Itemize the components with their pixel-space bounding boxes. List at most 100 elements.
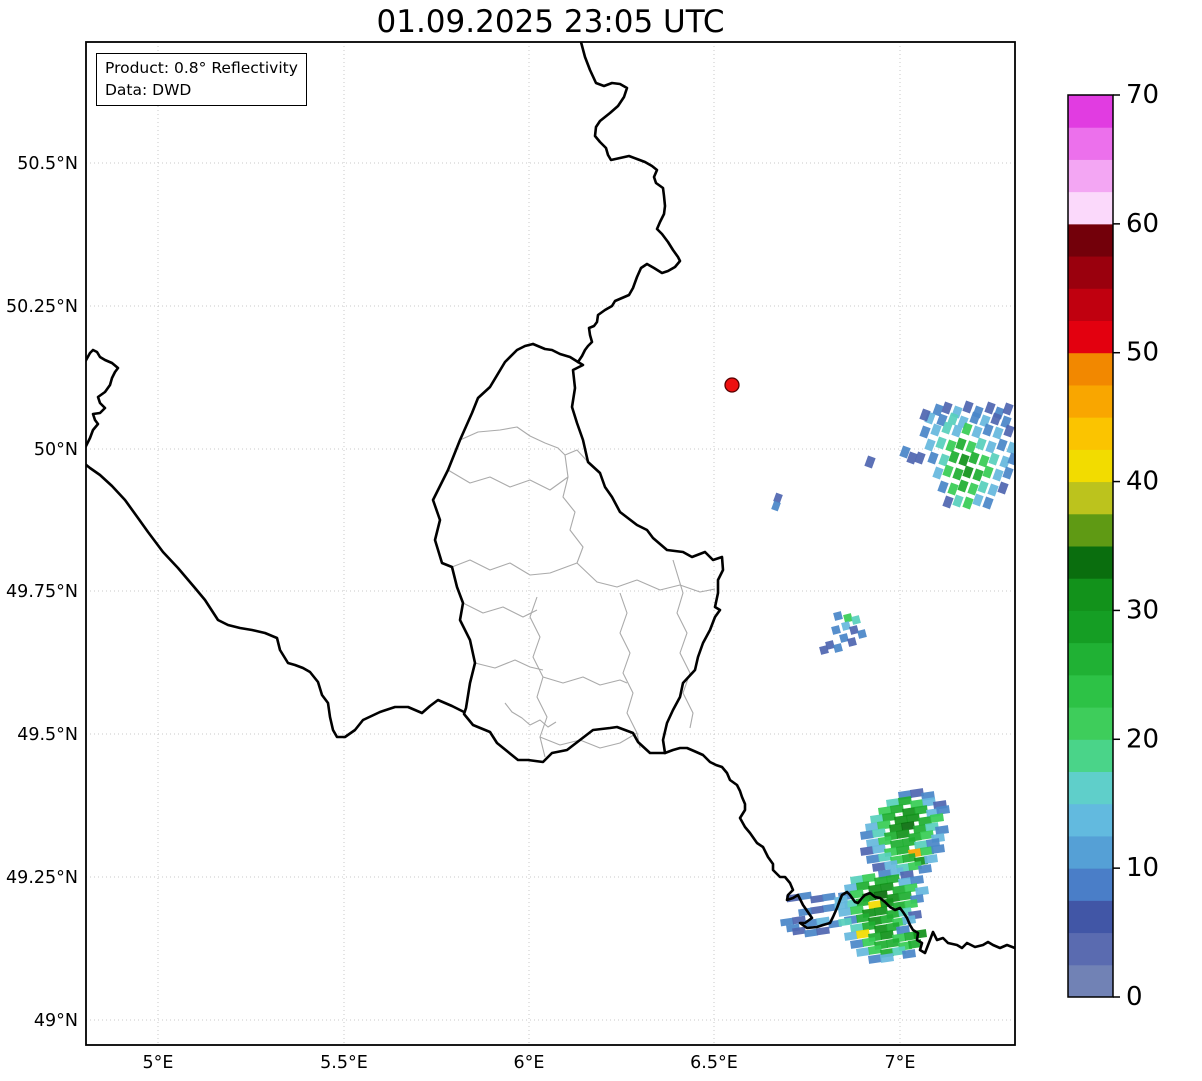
country-border-line xyxy=(86,348,120,449)
colorbar-band xyxy=(1068,610,1113,644)
radar-cell xyxy=(862,873,876,883)
colorbar-tick-label: 40 xyxy=(1126,467,1159,497)
radar-cell xyxy=(962,496,974,510)
radar-cell xyxy=(838,917,852,927)
colorbar-band xyxy=(1068,95,1113,128)
colorbar-band xyxy=(1068,642,1113,676)
colorbar-band xyxy=(1068,868,1113,901)
colorbar-band xyxy=(1068,481,1113,515)
radar-cell xyxy=(868,945,882,955)
country-border-line xyxy=(576,42,682,364)
country-border-line xyxy=(86,463,466,739)
radar-cell xyxy=(847,637,857,647)
colorbar-band xyxy=(1068,256,1113,289)
admin-border-line xyxy=(542,676,628,686)
radar-cell xyxy=(935,436,947,450)
radar-cell xyxy=(962,400,974,414)
lat-tick-label: 49.75°N xyxy=(6,582,78,602)
radar-cell xyxy=(945,439,957,453)
colorbar-tick-label: 10 xyxy=(1126,853,1159,883)
radar-cell xyxy=(878,836,892,846)
radar-cell xyxy=(860,846,874,856)
radar-cell xyxy=(938,453,950,467)
radar-cell xyxy=(941,401,953,415)
radar-cell xyxy=(841,621,851,631)
echo-speck-center xyxy=(771,492,783,512)
lon-tick-label: 6.5°E xyxy=(690,1053,738,1073)
radar-cell xyxy=(952,467,964,481)
radar-cell xyxy=(958,453,970,467)
radar-cell xyxy=(948,450,960,464)
radar-cell xyxy=(822,892,836,902)
radar-cell xyxy=(810,894,824,904)
colorbar-tick-label: 60 xyxy=(1126,209,1159,239)
colorbar-tick-label: 50 xyxy=(1126,338,1159,368)
colorbar-band xyxy=(1068,964,1113,998)
radar-cell xyxy=(850,939,864,949)
radar-cell xyxy=(985,440,997,454)
radar-cell xyxy=(862,921,876,931)
radar-cell xyxy=(860,830,874,840)
radar-cell xyxy=(878,852,892,862)
admin-border-line xyxy=(539,732,638,749)
product-annotation-box: Product: 0.8° Reflectivity Data: DWD xyxy=(96,53,307,106)
colorbar-tick-label: 20 xyxy=(1126,724,1159,754)
admin-border-line xyxy=(562,454,584,564)
echo-small-center-east xyxy=(819,611,867,655)
radar-cell xyxy=(924,438,936,452)
admin-border-line xyxy=(619,592,641,749)
radar-cell xyxy=(1006,441,1015,455)
lon-tick-label: 5°E xyxy=(143,1053,174,1073)
radar-cell xyxy=(868,954,882,964)
colorbar-band xyxy=(1068,417,1113,450)
colorbar-band xyxy=(1068,707,1113,740)
radar-cell xyxy=(952,494,964,508)
radar-cell xyxy=(987,483,999,497)
colorbar-band xyxy=(1068,900,1113,934)
radar-cell xyxy=(982,496,994,510)
radar-cell xyxy=(880,914,894,924)
lon-tick-label: 7°E xyxy=(885,1053,916,1073)
radar-cell xyxy=(978,454,990,468)
radar-cell xyxy=(927,451,939,465)
colorbar-band xyxy=(1068,159,1113,193)
lat-tick-label: 49°N xyxy=(34,1011,78,1031)
radar-map-canvas: 5°E 5.5°E 6°E 6.5°E 7°E 50.5°N 50.25°N 50°N 49.7… xyxy=(6,41,1159,1073)
colorbar-band xyxy=(1068,513,1113,547)
colorbar-band xyxy=(1068,546,1113,579)
radar-cell xyxy=(930,423,942,437)
colorbar-tick-label: 0 xyxy=(1126,982,1143,1012)
radar-cell xyxy=(997,481,1009,495)
radar-cell xyxy=(919,425,931,439)
radar-site-marker xyxy=(724,377,740,393)
plot-content xyxy=(86,42,1015,1045)
admin-border-line xyxy=(462,602,538,618)
radar-cell xyxy=(844,931,858,941)
colorbar-band xyxy=(1068,674,1113,708)
radar-cell xyxy=(957,479,969,493)
lat-tick-label: 50.25°N xyxy=(6,297,78,317)
radar-cell xyxy=(856,913,870,923)
colorbar-band xyxy=(1068,578,1113,611)
radar-cell xyxy=(833,611,843,621)
radar-cell xyxy=(967,482,979,496)
radar-cell xyxy=(866,854,880,864)
radar-cell xyxy=(904,899,918,909)
radar-cell xyxy=(984,401,996,415)
radar-cell xyxy=(849,625,859,635)
radar-cell xyxy=(822,903,836,913)
radar-cell xyxy=(810,905,824,915)
colorbar-band xyxy=(1068,352,1113,386)
colorbar-band xyxy=(1068,384,1113,418)
radar-cell xyxy=(851,615,861,625)
radar-cell xyxy=(804,928,818,938)
radar-cell xyxy=(965,440,977,454)
lat-tick-label: 50°N xyxy=(34,440,78,460)
radar-figure: 01.09.2025 23:05 UTC 5°E 5.5°E 6°E 6.5°E 7°E… xyxy=(0,0,1202,1081)
colorbar-band xyxy=(1068,739,1113,772)
radar-cell xyxy=(972,493,984,507)
radar-cell xyxy=(972,468,984,482)
colorbar-tick-label: 70 xyxy=(1126,80,1159,110)
radar-cell xyxy=(977,480,989,494)
radar-cell xyxy=(942,495,954,509)
